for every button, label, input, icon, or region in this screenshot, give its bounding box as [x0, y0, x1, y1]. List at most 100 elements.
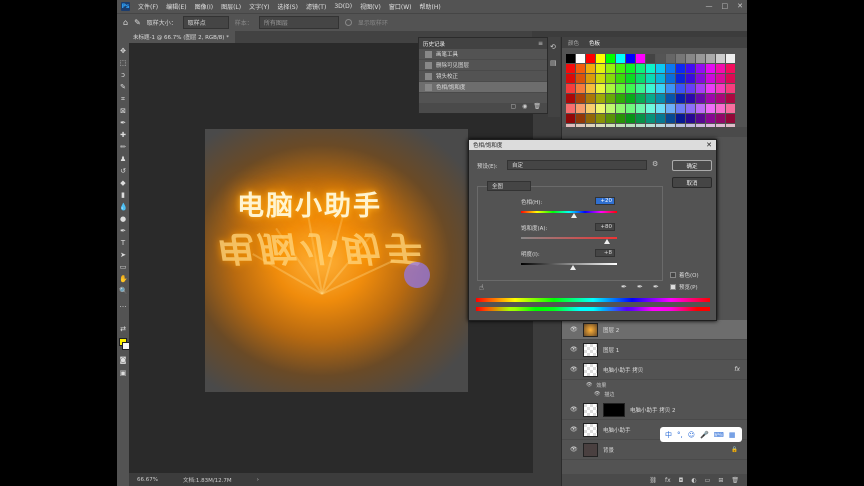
swatch[interactable]	[596, 84, 605, 93]
swatch[interactable]	[576, 114, 585, 123]
swatch[interactable]	[686, 54, 695, 63]
swatch[interactable]	[666, 114, 675, 123]
new-layer-icon[interactable]: ⊞	[718, 477, 723, 484]
saturation-input[interactable]: +80	[595, 223, 615, 231]
swatch[interactable]	[696, 114, 705, 123]
mask-icon[interactable]: ◘	[679, 477, 684, 484]
menu-edit[interactable]: 编辑(E)	[166, 2, 186, 11]
eye-icon[interactable]: 👁	[570, 406, 578, 413]
menu-3d[interactable]: 3D(D)	[334, 3, 352, 10]
swatch[interactable]	[696, 84, 705, 93]
swatch[interactable]	[566, 54, 575, 63]
lightness-slider-thumb[interactable]	[569, 265, 576, 270]
menu-filter[interactable]: 滤镜(T)	[306, 2, 326, 11]
swatch[interactable]	[646, 74, 655, 83]
swatch[interactable]	[576, 104, 585, 113]
close-icon[interactable]: ✕	[737, 2, 743, 10]
swatch[interactable]	[606, 104, 615, 113]
document-tab[interactable]: 未标题-1 @ 66.7% (图层 2, RGB/8) *	[127, 31, 235, 43]
swatch[interactable]	[626, 64, 635, 73]
menu-select[interactable]: 选择(S)	[277, 2, 298, 11]
swatch[interactable]	[566, 114, 575, 123]
hue-input[interactable]: +20	[595, 197, 615, 205]
menu-type[interactable]: 文字(Y)	[249, 2, 269, 11]
swatch[interactable]	[606, 84, 615, 93]
swatch[interactable]	[716, 84, 725, 93]
swatch[interactable]	[686, 64, 695, 73]
swatch[interactable]	[706, 84, 715, 93]
swatch[interactable]	[696, 54, 705, 63]
more-tools-icon[interactable]: …	[119, 301, 127, 309]
swatch[interactable]	[576, 54, 585, 63]
swatch[interactable]	[726, 104, 735, 113]
type-tool-icon[interactable]: T	[119, 239, 127, 247]
swatch[interactable]	[706, 74, 715, 83]
swatch[interactable]	[576, 64, 585, 73]
lightness-input[interactable]: +8	[595, 249, 615, 257]
swatch[interactable]	[666, 84, 675, 93]
swatch[interactable]	[666, 64, 675, 73]
swatch[interactable]	[596, 74, 605, 83]
swatch[interactable]	[576, 94, 585, 103]
menu-layer[interactable]: 图层(L)	[221, 2, 241, 11]
move-tool-icon[interactable]: ✥	[119, 47, 127, 55]
swatch[interactable]	[676, 64, 685, 73]
link-icon[interactable]: ⛓	[649, 477, 657, 484]
preview-row[interactable]: 预览(P)	[670, 283, 698, 291]
shape-tool-icon[interactable]: ▭	[119, 263, 127, 271]
swatch[interactable]	[636, 104, 645, 113]
camera-icon[interactable]: ◉	[522, 103, 527, 113]
maximize-icon[interactable]: □	[722, 2, 729, 10]
swatch[interactable]	[656, 84, 665, 93]
quick-mask-icon[interactable]: ◙	[119, 356, 127, 364]
swatch[interactable]	[716, 94, 725, 103]
swatch[interactable]	[726, 74, 735, 83]
menu-view[interactable]: 视图(V)	[360, 2, 381, 11]
swatch[interactable]	[726, 54, 735, 63]
layer-row[interactable]: 👁 背景 🔒	[562, 440, 747, 460]
history-item-active[interactable]: 色相/饱和度	[419, 82, 547, 93]
swatch[interactable]	[616, 84, 625, 93]
swatch[interactable]	[586, 114, 595, 123]
swatch[interactable]	[696, 74, 705, 83]
layer-row[interactable]: 👁 电脑小助手 拷贝 2	[562, 400, 747, 420]
dialog-titlebar[interactable]: 色相/饱和度 ✕	[469, 140, 716, 150]
minimize-icon[interactable]: —	[706, 2, 713, 10]
blur-tool-icon[interactable]: 💧	[119, 203, 128, 211]
swatch[interactable]	[576, 84, 585, 93]
gradient-tool-icon[interactable]: ▮	[119, 191, 127, 199]
swatch[interactable]	[686, 74, 695, 83]
folder-icon[interactable]: ▭	[705, 477, 711, 484]
swatch[interactable]	[716, 54, 725, 63]
eye-icon[interactable]: 👁	[570, 366, 578, 373]
saturation-slider-track[interactable]	[521, 237, 617, 239]
cancel-button[interactable]: 取消	[672, 177, 712, 188]
swatch[interactable]	[636, 114, 645, 123]
fx-badge[interactable]: fx	[734, 366, 740, 373]
swatch[interactable]	[726, 64, 735, 73]
dodge-tool-icon[interactable]: ●	[119, 215, 127, 223]
eye-icon[interactable]: 👁	[570, 446, 578, 453]
swatch[interactable]	[716, 64, 725, 73]
swatch[interactable]	[626, 74, 635, 83]
layer-row[interactable]: 👁 图层 2	[562, 320, 747, 340]
swatch[interactable]	[586, 54, 595, 63]
trash-icon[interactable]: 🗑	[731, 477, 739, 484]
colorize-row[interactable]: 着色(O)	[670, 271, 699, 279]
swatch[interactable]	[626, 104, 635, 113]
swatch[interactable]	[666, 54, 675, 63]
swatch[interactable]	[616, 94, 625, 103]
swatch[interactable]	[726, 114, 735, 123]
frame-tool-icon[interactable]: ⊠	[119, 107, 127, 115]
swatch[interactable]	[636, 84, 645, 93]
ime-emoji-icon[interactable]: ☺	[688, 431, 695, 439]
hand-tool-icon[interactable]: ✋	[119, 275, 128, 283]
stroke-effect-row[interactable]: 👁 描边	[562, 389, 747, 399]
stamp-tool-icon[interactable]: ♟	[119, 155, 127, 163]
swatch[interactable]	[586, 104, 595, 113]
history-item[interactable]: 镜头校正	[419, 71, 547, 82]
adjustment-layer-icon[interactable]: ◐	[691, 477, 696, 484]
zoom-tool-icon[interactable]: 🔍	[119, 287, 128, 295]
swatch[interactable]	[646, 104, 655, 113]
swatch[interactable]	[576, 74, 585, 83]
